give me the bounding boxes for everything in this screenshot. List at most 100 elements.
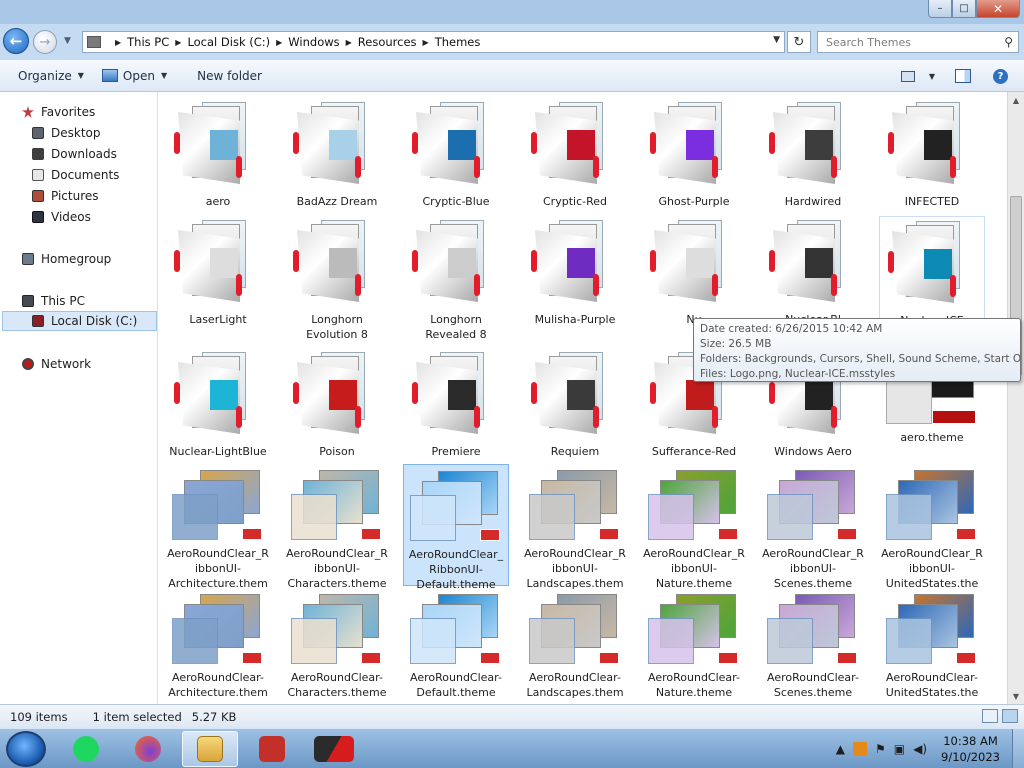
taskbar-app-explorer[interactable]: [182, 731, 238, 767]
breadcrumb-local-disk[interactable]: Local Disk (C:): [187, 35, 270, 49]
theme-folder-icon: [410, 220, 502, 312]
file-item[interactable]: AeroRoundClear_RibbonUI-Default.theme: [403, 464, 509, 591]
scroll-up-icon[interactable]: ▲: [1008, 92, 1024, 108]
file-item[interactable]: AeroRoundClear-Default.theme: [403, 588, 509, 704]
tooltip-date: Date created: 6/26/2015 10:42 AM: [700, 323, 883, 335]
taskbar-app-theme[interactable]: [306, 731, 362, 767]
address-bar[interactable]: ▶ This PC ▶ Local Disk (C:) ▶ Windows ▶ …: [82, 31, 785, 53]
nav-documents[interactable]: Documents: [32, 165, 119, 185]
chevron-right-icon[interactable]: ▶: [346, 38, 352, 47]
clock-time: 10:38 AM: [943, 734, 998, 748]
nav-videos[interactable]: Videos: [32, 207, 91, 227]
taskbar-app-office[interactable]: [244, 731, 300, 767]
organize-button[interactable]: Organize ▼: [18, 69, 84, 83]
taskbar-app-firefox[interactable]: [120, 731, 176, 767]
minimize-button[interactable]: –: [928, 0, 952, 18]
nav-local-disk[interactable]: Local Disk (C:): [2, 311, 157, 331]
file-item[interactable]: LaserLight: [165, 216, 271, 342]
file-item[interactable]: Poison: [284, 348, 390, 460]
file-item[interactable]: Longhorn Revealed 8: [403, 216, 509, 342]
refresh-icon[interactable]: ↻: [787, 31, 811, 53]
help-icon[interactable]: ?: [993, 68, 1008, 84]
start-button[interactable]: [6, 731, 46, 767]
file-item[interactable]: AeroRoundClear-Architecture.theme: [165, 588, 271, 704]
taskbar-app-spotify[interactable]: [58, 731, 114, 767]
file-item[interactable]: Nuclear-LightBlue: [165, 348, 271, 460]
back-arrow-icon[interactable]: ←: [3, 28, 29, 54]
file-item[interactable]: Requiem: [522, 348, 628, 460]
chevron-right-icon[interactable]: ▶: [175, 38, 181, 47]
change-view-icon[interactable]: [900, 70, 915, 82]
item-count: 109 items: [10, 709, 68, 724]
breadcrumb-this-pc[interactable]: This PC: [127, 35, 169, 49]
pictures-icon: [32, 190, 44, 202]
file-item[interactable]: INFECTED: [879, 98, 985, 210]
file-item[interactable]: AeroRoundClear-Scenes.theme: [760, 588, 866, 704]
close-button[interactable]: ✕: [976, 0, 1020, 18]
file-item[interactable]: Ghost-Purple: [641, 98, 747, 210]
chevron-right-icon[interactable]: ▶: [276, 38, 282, 47]
theme-file-icon: [170, 470, 266, 542]
nav-this-pc[interactable]: This PC: [22, 291, 85, 311]
file-item[interactable]: AeroRoundClear_RibbonUI-Scenes.theme: [760, 464, 866, 590]
file-item[interactable]: AeroRoundClear-Landscapes.theme: [522, 588, 628, 704]
nav-network-label: Network: [41, 357, 92, 371]
file-item[interactable]: Hardwired: [760, 98, 866, 210]
theme-file-icon: [170, 594, 266, 666]
homegroup-icon: [22, 253, 34, 265]
breadcrumb-windows[interactable]: Windows: [288, 35, 339, 49]
file-item[interactable]: AeroRoundClear_RibbonUI-Architecture.the…: [165, 464, 271, 605]
search-icon[interactable]: ⚲: [1004, 35, 1013, 49]
nav-network[interactable]: Network: [22, 354, 91, 374]
file-item[interactable]: Cryptic-Red: [522, 98, 628, 210]
nav-desktop[interactable]: Desktop: [32, 123, 101, 143]
tooltip-size: Size: 26.5 MB: [700, 338, 772, 350]
file-item[interactable]: aero: [165, 98, 271, 210]
breadcrumb-resources[interactable]: Resources: [358, 35, 417, 49]
file-name: AeroRoundClear_RibbonUI-Characters.theme: [286, 547, 388, 590]
chevron-down-icon[interactable]: ▼: [773, 35, 780, 45]
scroll-down-icon[interactable]: ▼: [1008, 688, 1024, 704]
chevron-down-icon[interactable]: ▼: [929, 72, 935, 81]
nav-homegroup[interactable]: Homegroup: [22, 249, 111, 269]
vertical-scrollbar[interactable]: ▲ ▼: [1007, 92, 1024, 704]
file-item[interactable]: AeroRoundClear-Nature.theme: [641, 588, 747, 704]
system-tray: ▲ ⚑ ▣ ◀) 10:38 AM 9/10/2023: [832, 729, 1024, 768]
file-item[interactable]: AeroRoundClear-Characters.theme: [284, 588, 390, 704]
file-name: INFECTED: [904, 195, 960, 208]
theme-file-icon: [765, 470, 861, 542]
nav-pictures[interactable]: Pictures: [32, 186, 99, 206]
forward-arrow-icon[interactable]: →: [33, 30, 57, 54]
file-item[interactable]: AeroRoundClear_RibbonUI-Characters.theme: [284, 464, 390, 590]
network-status-icon[interactable]: ▣: [894, 742, 905, 756]
chevron-right-icon[interactable]: ▶: [115, 38, 121, 47]
file-item[interactable]: Longhorn Evolution 8: [284, 216, 390, 342]
preview-pane-icon[interactable]: [955, 69, 971, 83]
flag-icon[interactable]: ⚑: [875, 742, 886, 756]
nav-downloads[interactable]: Downloads: [32, 144, 117, 164]
chevron-up-icon[interactable]: ▲: [836, 742, 845, 756]
file-item[interactable]: AeroRoundClear_RibbonUI-UnitedStates.the…: [879, 464, 985, 605]
file-item[interactable]: Cryptic-Blue: [403, 98, 509, 210]
chevron-right-icon[interactable]: ▶: [423, 38, 429, 47]
search-input[interactable]: Search Themes ⚲: [817, 31, 1019, 53]
nav-favorites[interactable]: Favorites: [22, 102, 95, 122]
file-item[interactable]: BadAzz Dream: [284, 98, 390, 210]
file-item[interactable]: AeroRoundClear-UnitedStates.theme: [879, 588, 985, 704]
clock[interactable]: 10:38 AM 9/10/2023: [941, 733, 1000, 765]
large-icons-view-icon[interactable]: [1002, 709, 1018, 723]
file-item[interactable]: AeroRoundClear_RibbonUI-Landscapes.theme: [522, 464, 628, 605]
new-folder-button[interactable]: New folder: [197, 69, 262, 83]
file-item[interactable]: AeroRoundClear_RibbonUI-Nature.theme: [641, 464, 747, 590]
breadcrumb-themes[interactable]: Themes: [435, 35, 481, 49]
volume-icon[interactable]: ◀): [913, 742, 927, 756]
file-item[interactable]: Mulisha-Purple: [522, 216, 628, 342]
show-desktop-button[interactable]: [1012, 729, 1024, 768]
app-tray-icon[interactable]: [853, 742, 867, 756]
open-button[interactable]: Open ▼: [101, 69, 167, 83]
recent-pages-chevron-icon[interactable]: ▼: [64, 36, 71, 46]
file-item[interactable]: Premiere: [403, 348, 509, 460]
maximize-button[interactable]: □: [952, 0, 976, 18]
computer-icon: [87, 36, 101, 48]
details-view-icon[interactable]: [982, 709, 998, 723]
